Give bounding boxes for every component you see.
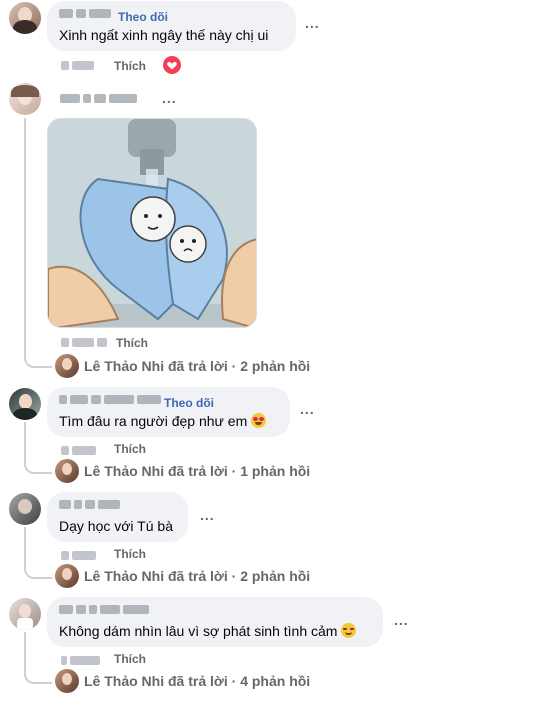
- sticker-image[interactable]: [47, 118, 257, 328]
- thread-connector: [24, 551, 52, 579]
- replier-avatar[interactable]: [55, 564, 79, 588]
- comment-text: Dạy học với Tú bà: [59, 518, 173, 534]
- commenter-name[interactable]: [59, 9, 121, 19]
- thread-connector: [24, 340, 52, 368]
- view-replies-link[interactable]: Lê Thảo Nhi đã trả lời · 2 phản hồi: [84, 568, 310, 584]
- replier-avatar[interactable]: [55, 354, 79, 378]
- comment-text: Không dám nhìn lâu vì sợ phát sinh tình …: [59, 623, 357, 639]
- commenter-name[interactable]: [59, 605, 151, 615]
- like-button[interactable]: Thích: [114, 547, 146, 561]
- comment-bubble: Dạy học với Tú bà: [47, 492, 188, 542]
- commenter-avatar[interactable]: [9, 388, 41, 420]
- more-options-icon[interactable]: ...: [305, 15, 320, 31]
- replier-avatar[interactable]: [55, 459, 79, 483]
- comment-bubble: Không dám nhìn lâu vì sợ phát sinh tình …: [47, 597, 383, 647]
- follow-button[interactable]: Theo dõi: [164, 396, 214, 410]
- follow-button[interactable]: Theo dõi: [118, 10, 168, 24]
- like-button[interactable]: Thích: [114, 59, 146, 73]
- commenter-name[interactable]: [59, 500, 121, 510]
- comment-timestamp[interactable]: [61, 61, 94, 70]
- relieved-emoji: [341, 623, 357, 638]
- comment-timestamp[interactable]: [61, 338, 107, 347]
- comment-text-content: Không dám nhìn lâu vì sợ phát sinh tình …: [59, 623, 338, 639]
- commenter-avatar[interactable]: [9, 598, 41, 630]
- commenter-avatar[interactable]: [9, 2, 41, 34]
- comment-text: Tìm đâu ra người đẹp như em: [59, 413, 267, 429]
- heart-icon[interactable]: [163, 56, 181, 74]
- thread-connector: [24, 446, 52, 474]
- commenter-avatar[interactable]: [9, 83, 41, 115]
- thread-line: [24, 118, 26, 354]
- comment-text-content: Tìm đâu ra người đẹp như em: [59, 413, 248, 429]
- like-button[interactable]: Thích: [114, 442, 146, 456]
- comment-bubble: Theo dõi Tìm đâu ra người đẹp như em: [47, 387, 290, 437]
- commenter-name[interactable]: [60, 94, 140, 104]
- like-button[interactable]: Thích: [114, 652, 146, 666]
- comment-text: Xinh ngất xinh ngây thế này chị ui: [59, 27, 269, 43]
- like-button[interactable]: Thích: [116, 336, 148, 350]
- view-replies-link[interactable]: Lê Thảo Nhi đã trả lời · 2 phản hồi: [84, 358, 310, 374]
- commenter-avatar[interactable]: [9, 493, 41, 525]
- comment-timestamp[interactable]: [61, 551, 96, 560]
- thread-connector: [24, 656, 52, 684]
- more-options-icon[interactable]: ...: [394, 612, 409, 628]
- heart-eyes-emoji: [251, 413, 267, 428]
- more-options-icon[interactable]: ...: [200, 507, 215, 523]
- comment-bubble: Theo dõi Xinh ngất xinh ngây thế này chị…: [47, 1, 296, 51]
- comment-timestamp[interactable]: [61, 656, 100, 665]
- more-options-icon[interactable]: ...: [300, 401, 315, 417]
- comment-timestamp[interactable]: [61, 446, 96, 455]
- replier-avatar[interactable]: [55, 669, 79, 693]
- more-options-icon[interactable]: ...: [162, 90, 177, 106]
- commenter-name[interactable]: [59, 395, 165, 405]
- view-replies-link[interactable]: Lê Thảo Nhi đã trả lời · 1 phản hồi: [84, 463, 310, 479]
- view-replies-link[interactable]: Lê Thảo Nhi đã trả lời · 4 phản hồi: [84, 673, 310, 689]
